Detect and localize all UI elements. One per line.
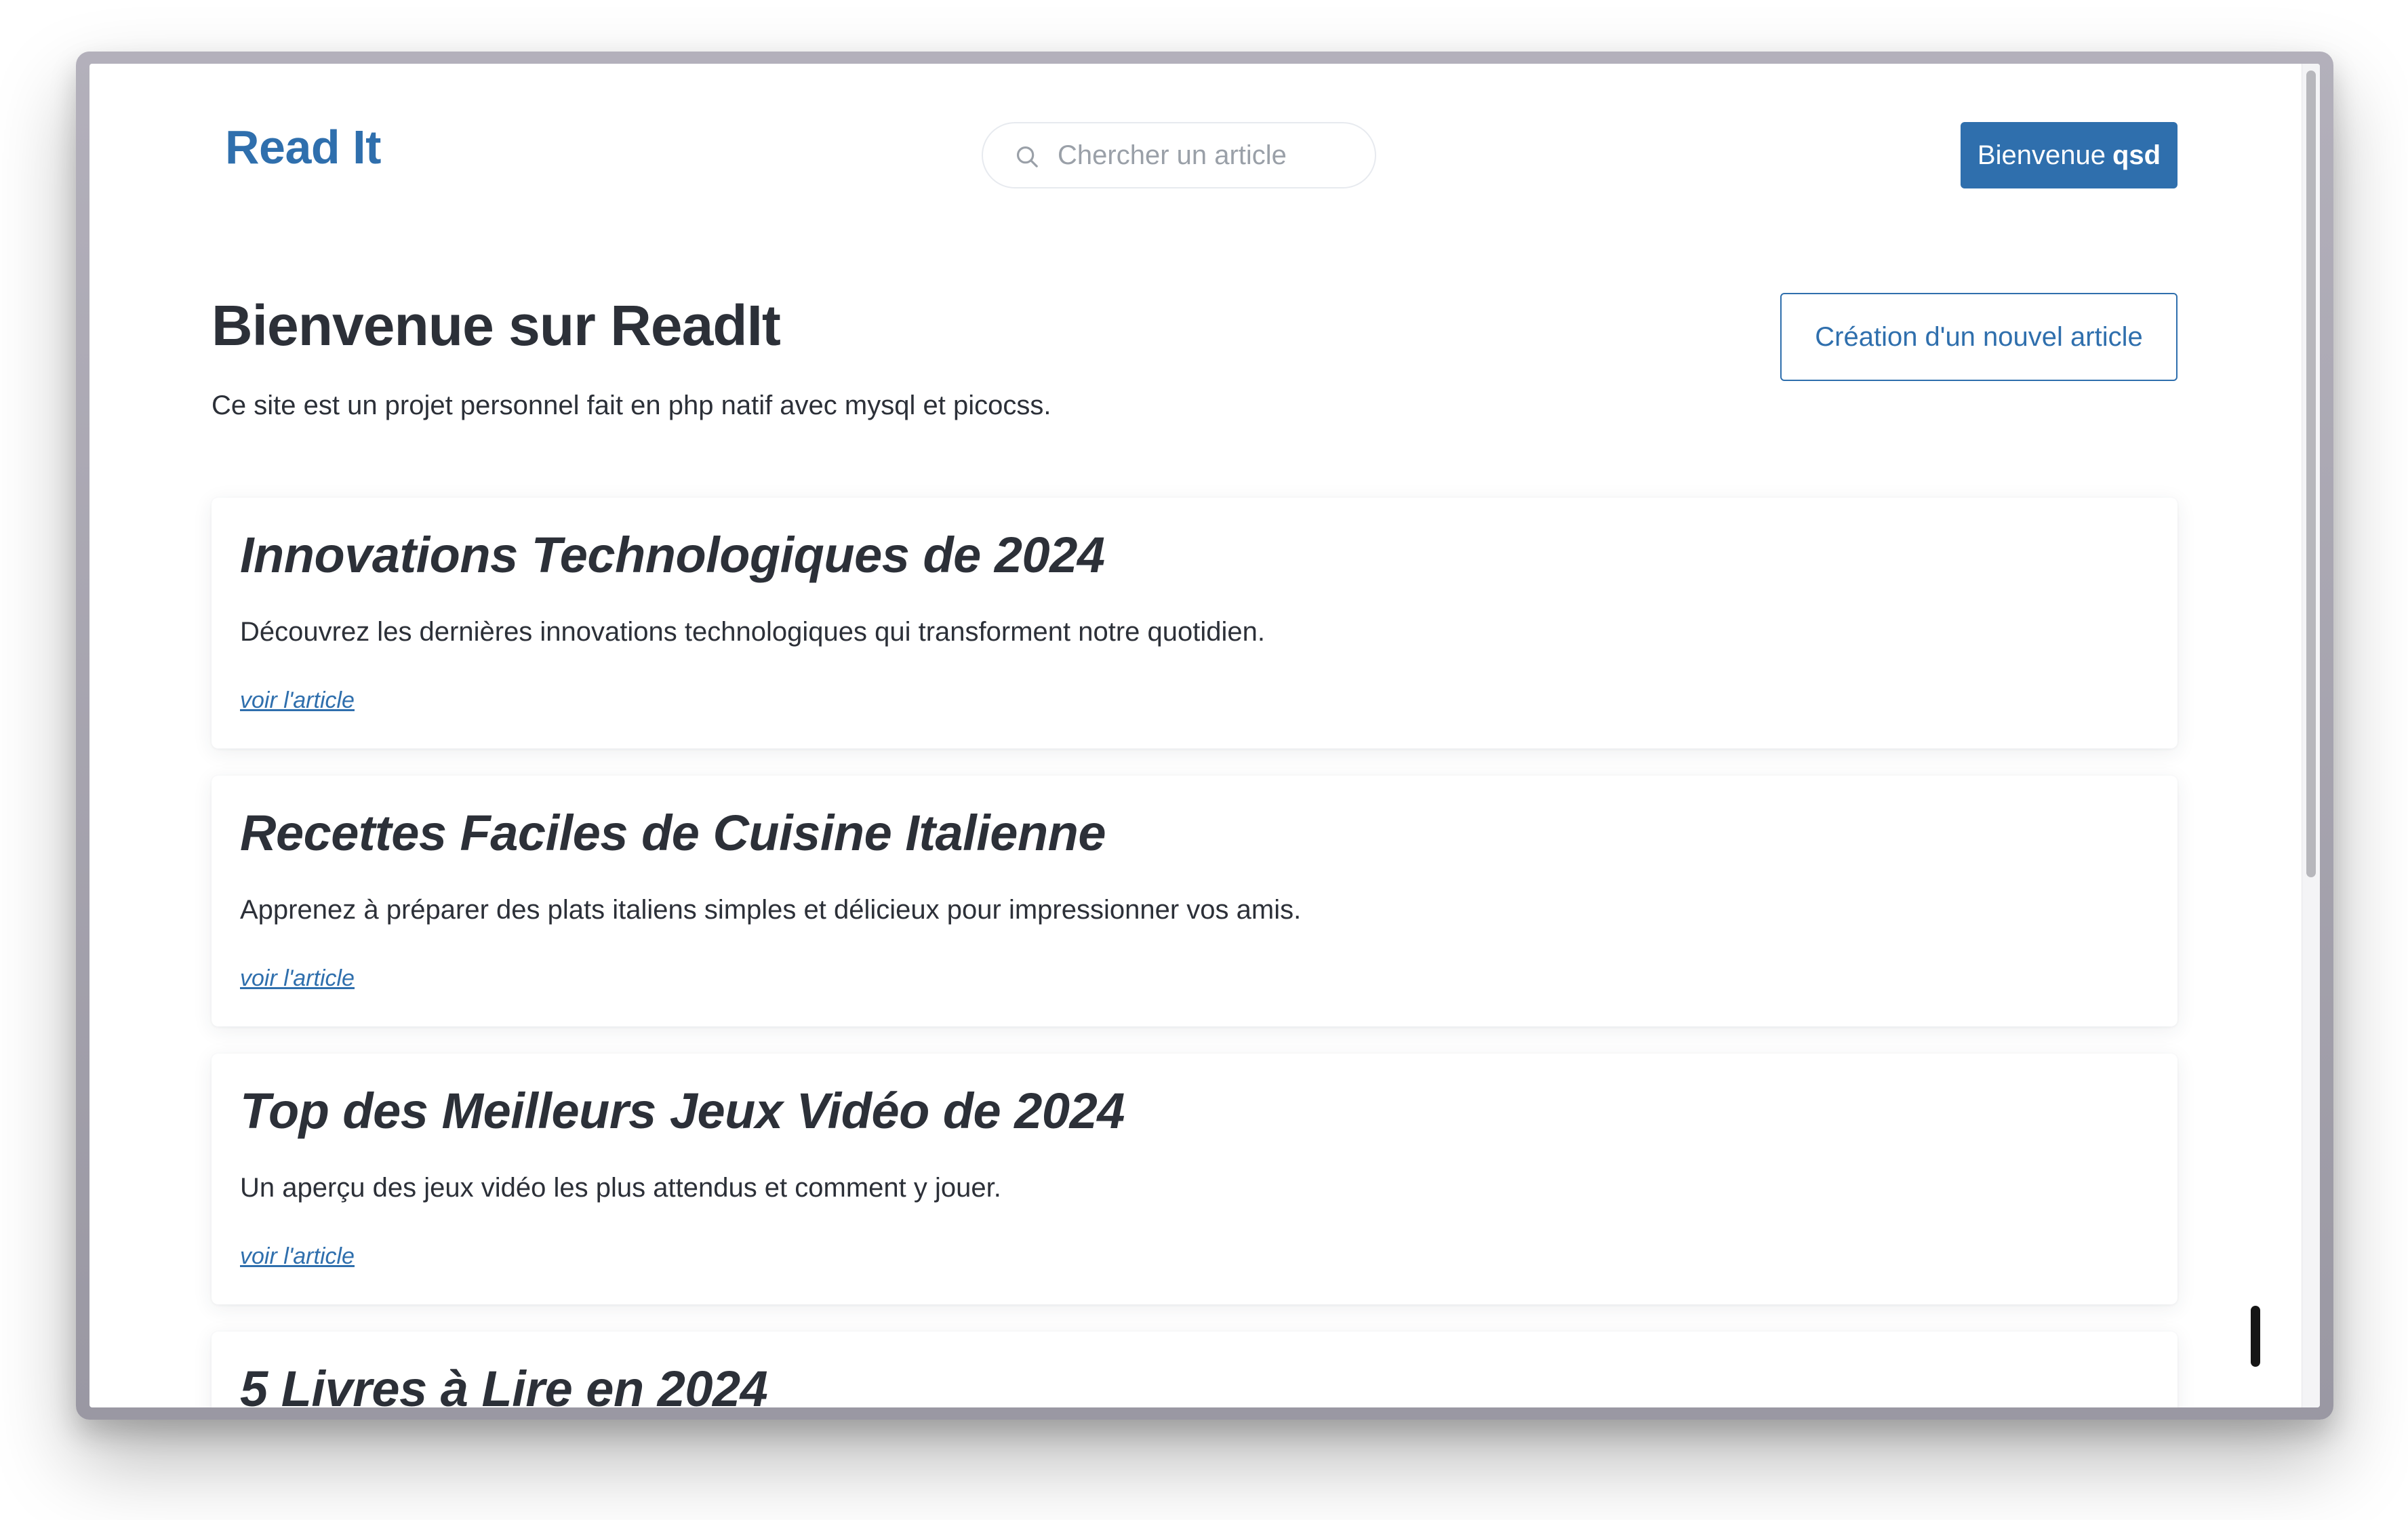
desktop-background: Read It Bienvenue qsd Bienvenue sur Read… bbox=[0, 0, 2408, 1520]
article-description: Découvrez les dernières innovations tech… bbox=[240, 617, 1266, 647]
user-welcome-button[interactable]: Bienvenue qsd bbox=[1961, 122, 2178, 188]
welcome-prefix: Bienvenue bbox=[1977, 140, 2106, 170]
view-article-link[interactable]: voir l'article bbox=[240, 1245, 355, 1268]
article-description: Un aperçu des jeux vidéo les plus attend… bbox=[240, 1173, 1001, 1203]
article-card: Recettes Faciles de Cuisine Italienne Ap… bbox=[212, 776, 2178, 1026]
browser-window-frame: Read It Bienvenue qsd Bienvenue sur Read… bbox=[76, 52, 2333, 1420]
floating-handle[interactable] bbox=[2251, 1306, 2260, 1367]
search-icon bbox=[1016, 146, 1038, 167]
article-description: Apprenez à préparer des plats italiens s… bbox=[240, 895, 1302, 925]
search-input[interactable] bbox=[1058, 123, 1356, 187]
article-title: Recettes Faciles de Cuisine Italienne bbox=[240, 805, 1106, 861]
article-card: Top des Meilleurs Jeux Vidéo de 2024 Un … bbox=[212, 1054, 2178, 1304]
view-article-link[interactable]: voir l'article bbox=[240, 689, 355, 712]
article-title: 5 Livres à Lire en 2024 bbox=[240, 1361, 768, 1408]
site-logo[interactable]: Read It bbox=[225, 123, 381, 171]
page-subtitle: Ce site est un projet personnel fait en … bbox=[212, 391, 1051, 420]
article-title: Top des Meilleurs Jeux Vidéo de 2024 bbox=[240, 1083, 1125, 1139]
article-card: 5 Livres à Lire en 2024 bbox=[212, 1332, 2178, 1407]
scrollbar-track[interactable] bbox=[2302, 64, 2320, 1407]
new-article-button[interactable]: Création d'un nouvel article bbox=[1780, 293, 2178, 381]
page-title: Bienvenue sur ReadIt bbox=[212, 294, 781, 357]
welcome-username: qsd bbox=[2112, 140, 2161, 170]
article-card: Innovations Technologiques de 2024 Décou… bbox=[212, 498, 2178, 748]
browser-viewport: Read It Bienvenue qsd Bienvenue sur Read… bbox=[89, 64, 2320, 1407]
scrollbar-thumb[interactable] bbox=[2306, 71, 2316, 877]
article-title: Innovations Technologiques de 2024 bbox=[240, 527, 1105, 583]
search-box[interactable] bbox=[982, 122, 1376, 188]
view-article-link[interactable]: voir l'article bbox=[240, 967, 355, 990]
